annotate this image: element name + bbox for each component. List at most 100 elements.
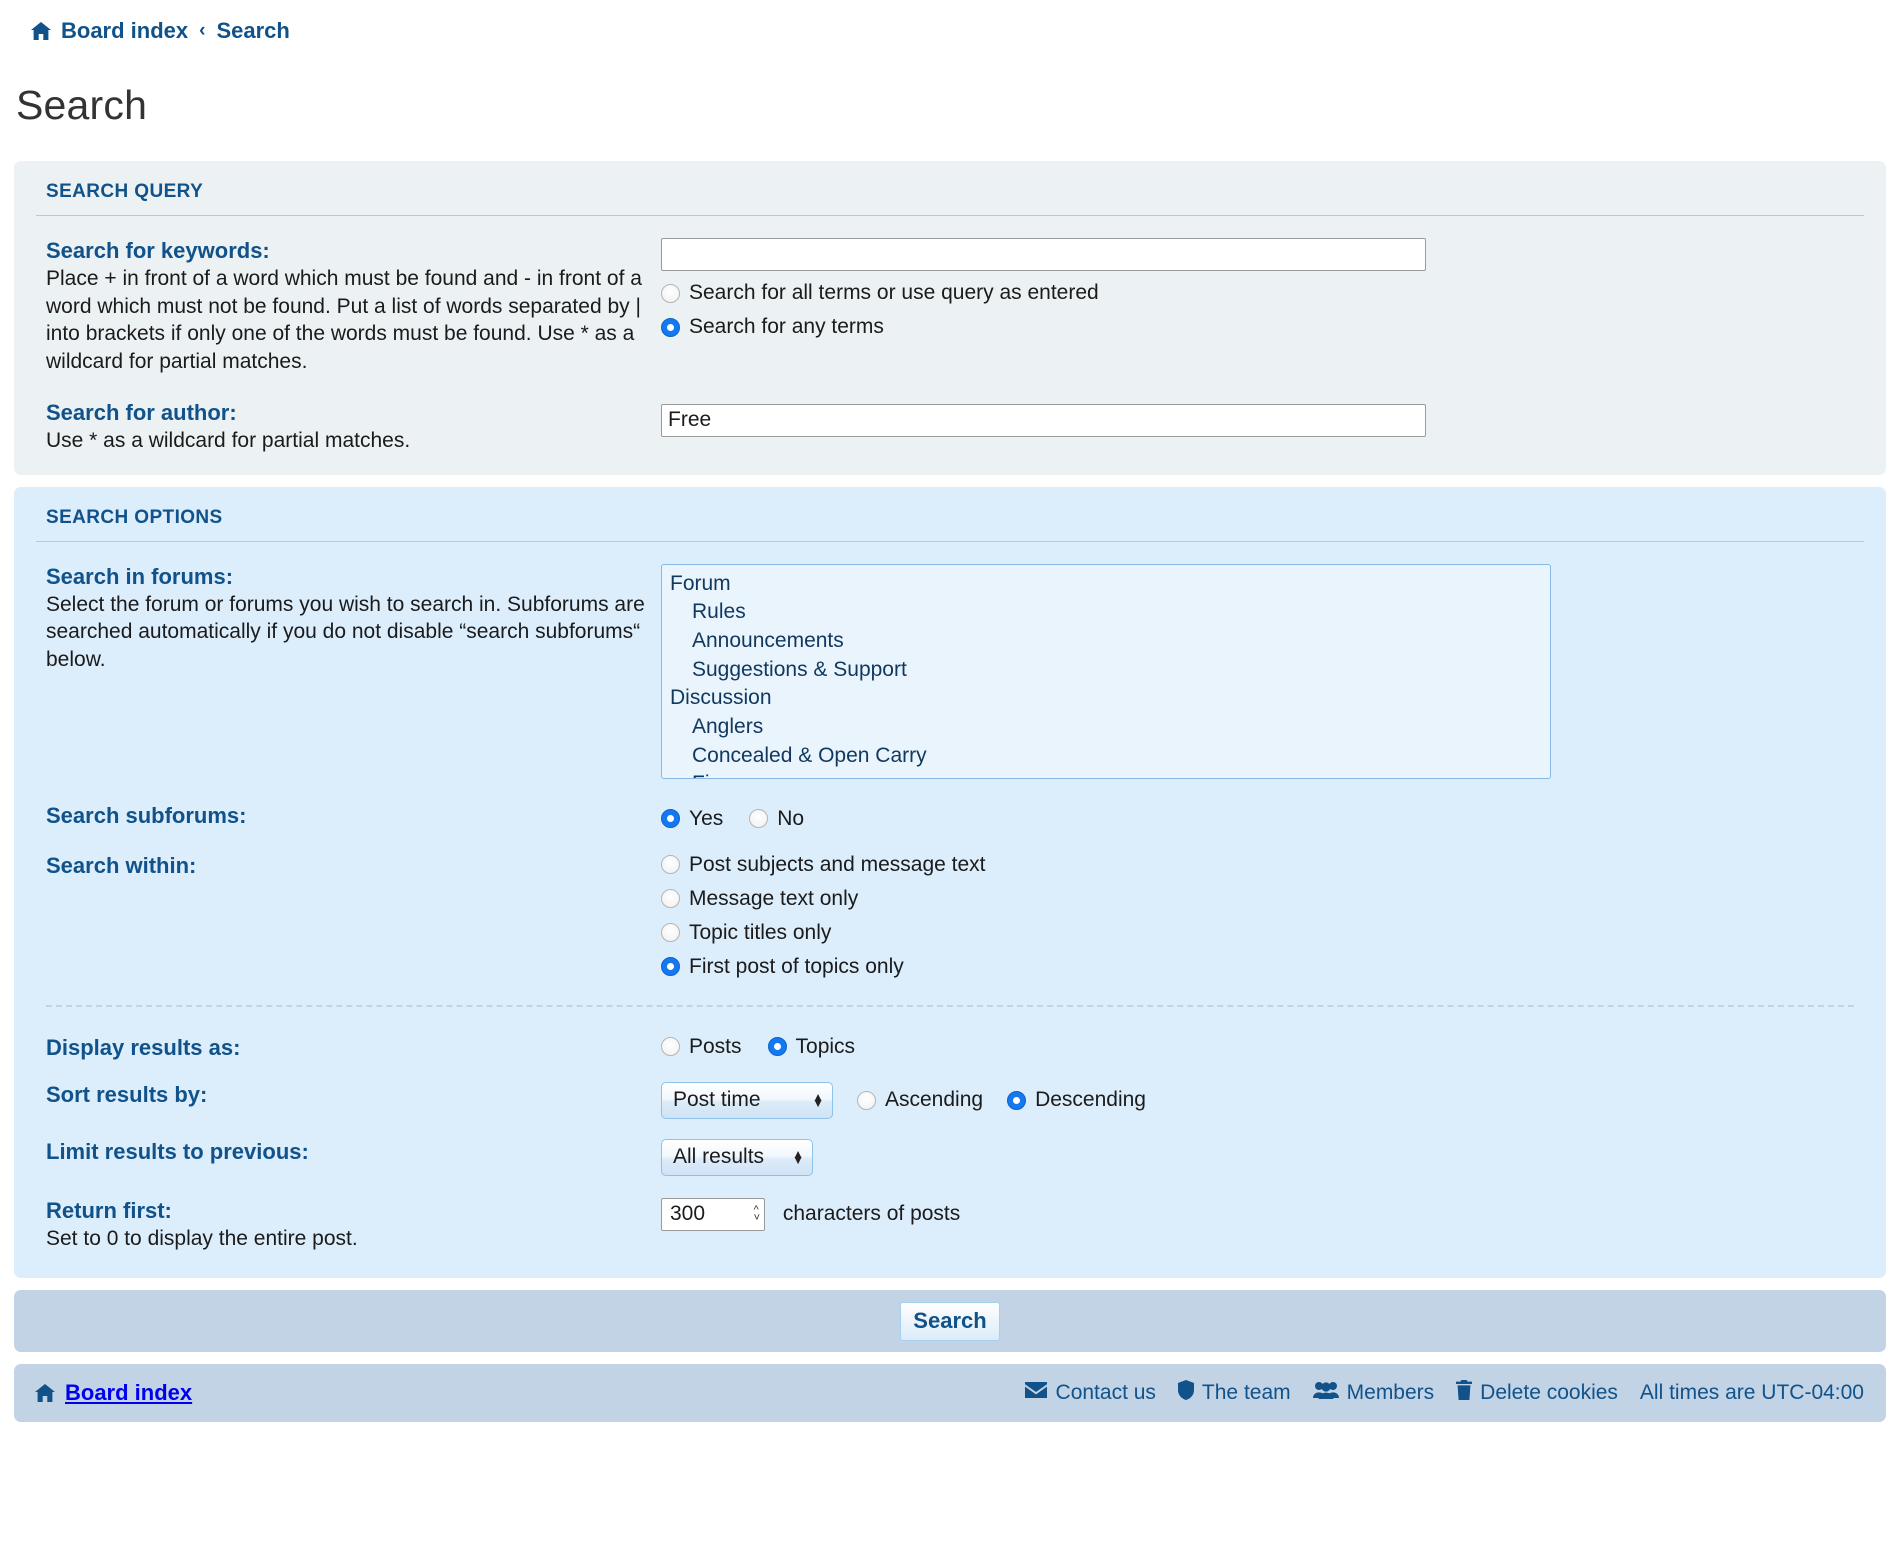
forum-option[interactable]: Announcements: [662, 627, 1550, 656]
forum-option[interactable]: Rules: [662, 598, 1550, 627]
display-as-option-topics-label: Topics: [796, 1035, 856, 1059]
footer-contact-us-link[interactable]: Contact us: [1024, 1381, 1156, 1405]
search-options-panel: SEARCH OPTIONS Search in forums: Select …: [14, 487, 1886, 1279]
forum-option[interactable]: Anglers: [662, 713, 1550, 742]
radio-subforums-no[interactable]: [749, 809, 768, 828]
forum-option[interactable]: Suggestions & Support: [662, 656, 1550, 685]
search-within-control: Post subjects and message text Message t…: [661, 851, 1864, 979]
footer-board-index-link[interactable]: Board index: [34, 1380, 192, 1406]
forum-option[interactable]: Forum: [662, 570, 1550, 599]
terms-option-all[interactable]: Search for all terms or use query as ent…: [661, 281, 1864, 305]
forum-multiselect[interactable]: Forum Rules Announcements Suggestions & …: [661, 564, 1551, 779]
search-within-label: Search within:: [46, 851, 647, 880]
footer-the-team-link[interactable]: The team: [1178, 1380, 1291, 1406]
radio-display-topics[interactable]: [768, 1037, 787, 1056]
search-query-panel-title: SEARCH QUERY: [36, 179, 1864, 216]
author-label-block: Search for author: Use * as a wildcard f…: [46, 398, 661, 455]
subforums-radio-group: Yes No: [661, 807, 1864, 831]
radio-display-posts[interactable]: [661, 1037, 680, 1056]
breadcrumb-board-index-label: Board index: [61, 18, 188, 44]
return-first-suffix: characters of posts: [783, 1202, 960, 1225]
sort-direction-ascending-label: Ascending: [885, 1088, 983, 1112]
breadcrumb-search-link[interactable]: Search: [216, 18, 289, 44]
radio-within-topic-titles[interactable]: [661, 923, 680, 942]
search-within-option-subjects-and-text-label: Post subjects and message text: [689, 853, 986, 877]
trash-icon: [1456, 1380, 1472, 1406]
return-first-label-block: Return first: Set to 0 to display the en…: [46, 1196, 661, 1253]
radio-terms-any[interactable]: [661, 318, 680, 337]
subforums-option-yes[interactable]: Yes: [661, 807, 723, 831]
sort-direction-descending[interactable]: Descending: [1007, 1088, 1146, 1112]
radio-sort-ascending[interactable]: [857, 1091, 876, 1110]
radio-subforums-yes[interactable]: [661, 809, 680, 828]
return-first-control: 300 ^˅ characters of posts: [661, 1196, 1864, 1231]
radio-within-subjects-and-text[interactable]: [661, 855, 680, 874]
keywords-control: Search for all terms or use query as ent…: [661, 236, 1864, 339]
search-options-panel-title: SEARCH OPTIONS: [36, 505, 1864, 542]
forum-option[interactable]: Discussion: [662, 684, 1550, 713]
members-icon: [1313, 1381, 1339, 1405]
terms-option-all-label: Search for all terms or use query as ent…: [689, 281, 1099, 305]
subforums-label: Search subforums:: [46, 801, 647, 830]
footer-members-label: Members: [1347, 1381, 1435, 1405]
author-label: Search for author:: [46, 398, 647, 427]
sort-direction-ascending[interactable]: Ascending: [857, 1088, 983, 1112]
radio-within-first-post[interactable]: [661, 957, 680, 976]
display-as-option-posts[interactable]: Posts: [661, 1035, 742, 1059]
search-submit-button[interactable]: Search: [900, 1302, 999, 1341]
search-within-option-subjects-and-text[interactable]: Post subjects and message text: [661, 853, 1864, 877]
limit-results-control: All results ▲▼: [661, 1137, 1864, 1176]
return-first-stepper[interactable]: 300 ^˅: [661, 1198, 765, 1231]
footer-members-link[interactable]: Members: [1313, 1381, 1435, 1405]
terms-option-any[interactable]: Search for any terms: [661, 315, 1864, 339]
forums-control: Forum Rules Announcements Suggestions & …: [661, 562, 1864, 779]
search-within-option-message-text[interactable]: Message text only: [661, 887, 1864, 911]
forum-option[interactable]: Firearms: [662, 770, 1550, 778]
sort-by-select[interactable]: Post time ▲▼: [661, 1082, 833, 1119]
return-first-row: Return first: Set to 0 to display the en…: [36, 1192, 1864, 1253]
sort-by-row: Sort results by: Post time ▲▼ Ascending …: [36, 1076, 1864, 1119]
radio-sort-descending[interactable]: [1007, 1091, 1026, 1110]
search-within-option-message-text-label: Message text only: [689, 887, 858, 911]
search-within-option-first-post[interactable]: First post of topics only: [661, 955, 1864, 979]
options-divider: [46, 1005, 1854, 1007]
subforums-option-yes-label: Yes: [689, 807, 723, 831]
footer-the-team-label: The team: [1202, 1381, 1291, 1405]
search-within-option-topic-titles-label: Topic titles only: [689, 921, 831, 945]
author-description: Use * as a wildcard for partial matches.: [46, 427, 647, 455]
subforums-option-no[interactable]: No: [749, 807, 804, 831]
forum-option[interactable]: Concealed & Open Carry: [662, 742, 1550, 771]
radio-within-message-text[interactable]: [661, 889, 680, 908]
footer-delete-cookies-label: Delete cookies: [1480, 1381, 1618, 1405]
footer-links: Contact us The team Members Delete cooki…: [1024, 1380, 1864, 1406]
author-input[interactable]: [661, 404, 1426, 437]
forums-row: Search in forums: Select the forum or fo…: [36, 558, 1864, 779]
display-as-option-topics[interactable]: Topics: [768, 1035, 856, 1059]
breadcrumb-board-index-link[interactable]: Board index: [30, 18, 188, 44]
limit-results-label-block: Limit results to previous:: [46, 1137, 661, 1166]
search-within-option-topic-titles[interactable]: Topic titles only: [661, 921, 1864, 945]
sort-by-label: Sort results by:: [46, 1080, 647, 1109]
footer-timezone: All times are UTC-04:00: [1640, 1381, 1864, 1405]
display-as-option-posts-label: Posts: [689, 1035, 742, 1059]
footer-board-index-label: Board index: [65, 1380, 192, 1406]
limit-results-select[interactable]: All results ▲▼: [661, 1139, 813, 1176]
search-within-row: Search within: Post subjects and message…: [36, 847, 1864, 979]
envelope-icon: [1024, 1381, 1048, 1405]
home-icon: [34, 1383, 56, 1403]
forums-description: Select the forum or forums you wish to s…: [46, 591, 647, 674]
limit-results-row: Limit results to previous: All results ▲…: [36, 1133, 1864, 1176]
keywords-label-block: Search for keywords: Place + in front of…: [46, 236, 661, 376]
breadcrumb-separator: ‹: [196, 20, 208, 42]
footer-contact-us-label: Contact us: [1056, 1381, 1156, 1405]
return-first-label: Return first:: [46, 1196, 647, 1225]
limit-results-selected-value: All results: [673, 1145, 764, 1169]
footer-delete-cookies-link[interactable]: Delete cookies: [1456, 1380, 1618, 1406]
keywords-description: Place + in front of a word which must be…: [46, 265, 647, 376]
keywords-input[interactable]: [661, 238, 1426, 271]
subforums-row: Search subforums: Yes No: [36, 797, 1864, 831]
stepper-updown-icon[interactable]: ^˅: [754, 1206, 760, 1222]
radio-terms-all[interactable]: [661, 284, 680, 303]
author-row: Search for author: Use * as a wildcard f…: [36, 394, 1864, 455]
footer-bar: Board index Contact us The team Members …: [14, 1364, 1886, 1422]
